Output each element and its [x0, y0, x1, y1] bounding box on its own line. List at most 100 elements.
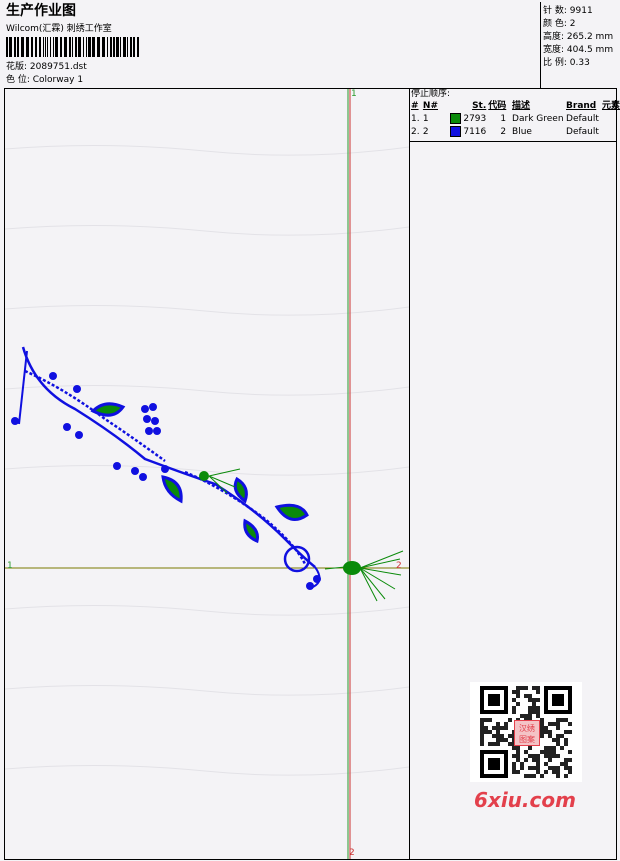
qr-module	[520, 766, 524, 770]
row-element	[600, 113, 620, 126]
qr-module	[552, 766, 556, 770]
barcode-bar	[137, 37, 139, 57]
qr-module	[552, 770, 556, 774]
qr-module	[528, 710, 532, 714]
qr-module	[532, 702, 536, 706]
qr-module	[560, 762, 564, 766]
qr-module	[560, 734, 564, 738]
qr-module	[540, 726, 544, 730]
barcode-bar	[113, 37, 115, 57]
barcode-bar	[9, 37, 12, 57]
qr-module	[484, 718, 488, 722]
qr-module	[540, 734, 544, 738]
axis-marker-left: 1	[7, 561, 13, 571]
barcode-bar	[86, 37, 87, 57]
qr-module	[556, 742, 560, 746]
qr-module	[564, 758, 568, 762]
qr-module	[548, 750, 552, 754]
qr-module	[548, 730, 552, 734]
qr-code: 汉绣 图案	[470, 682, 582, 782]
qr-module	[528, 714, 532, 718]
qr-module	[564, 738, 568, 742]
col-index: #	[411, 101, 419, 111]
barcode-bar	[35, 37, 37, 57]
qr-finder	[488, 694, 500, 706]
qr-module	[520, 714, 524, 718]
qr-module	[556, 734, 560, 738]
qr-module	[528, 774, 532, 778]
qr-module	[496, 722, 500, 726]
barcode-bar	[102, 37, 105, 57]
table-row: 1. 1 2793 1 Dark Green Default	[409, 113, 620, 126]
qr-module	[548, 734, 552, 738]
qr-module	[556, 770, 560, 774]
axis-marker-bottom: 2	[349, 848, 355, 858]
qr-module	[540, 774, 544, 778]
barcode-bar	[55, 37, 58, 57]
qr-module	[516, 702, 520, 706]
barcode-bar	[107, 37, 108, 57]
qr-module	[564, 774, 568, 778]
barcode-bar	[123, 37, 126, 57]
qr-module	[512, 762, 516, 766]
qr-module	[496, 734, 500, 738]
qr-module	[544, 770, 548, 774]
qr-module	[488, 730, 492, 734]
qr-module	[556, 738, 560, 742]
axis-marker-right: 2	[396, 561, 402, 571]
barcode-bar	[26, 37, 29, 57]
row-num: 1.	[411, 114, 420, 124]
qr-module	[484, 726, 488, 730]
qr-module	[568, 770, 572, 774]
qr-module	[516, 746, 520, 750]
qr-module	[552, 738, 556, 742]
row-code: 2	[500, 127, 507, 137]
barcode-bar	[127, 37, 128, 57]
axis-marker-top: 1	[351, 89, 357, 99]
qr-module	[548, 722, 552, 726]
barcode-bar	[60, 37, 62, 57]
col-stitches: St.	[472, 101, 487, 111]
colorway-label: 色 位: Colorway 1	[6, 75, 84, 85]
qr-module	[532, 698, 536, 702]
blue-vine	[18, 346, 321, 588]
qr-module	[512, 698, 516, 702]
qr-module	[536, 710, 540, 714]
barcode-bar	[47, 37, 48, 57]
qr-module	[512, 710, 516, 714]
col-code: 代码	[488, 101, 507, 111]
qr-module	[568, 750, 572, 754]
row-description: Blue	[512, 127, 532, 137]
col-brand: Brand	[566, 101, 597, 111]
qr-module	[532, 710, 536, 714]
watermark-site: 6xiu.com	[474, 788, 576, 812]
barcode-bar	[53, 37, 54, 57]
qr-module	[500, 734, 504, 738]
qr-module	[524, 714, 528, 718]
qr-module	[528, 706, 532, 710]
company-name: Wilcom(汇霖) 刺绣工作室	[6, 24, 112, 34]
qr-module	[512, 706, 516, 710]
barcode-bar	[39, 37, 41, 57]
qr-module	[492, 726, 496, 730]
qr-module	[528, 746, 532, 750]
qr-module	[536, 762, 540, 766]
barcode-bar	[110, 37, 112, 57]
qr-module	[516, 750, 520, 754]
barcode-bar	[64, 37, 67, 57]
qr-module	[544, 754, 548, 758]
barcode-bar	[6, 37, 8, 57]
stat-stitches: 针 数: 9911	[543, 6, 593, 16]
qr-module	[548, 746, 552, 750]
qr-module	[552, 746, 556, 750]
barcode-bar	[83, 37, 84, 57]
qr-module	[540, 718, 544, 722]
qr-module	[480, 718, 484, 722]
qr-module	[508, 742, 512, 746]
stop-sequence-title: 停止顺序:	[411, 89, 451, 99]
row-needle: 2	[422, 127, 429, 137]
qr-module	[540, 722, 544, 726]
barcode-bar	[45, 37, 46, 57]
qr-module	[528, 754, 532, 758]
qr-module	[540, 750, 544, 754]
